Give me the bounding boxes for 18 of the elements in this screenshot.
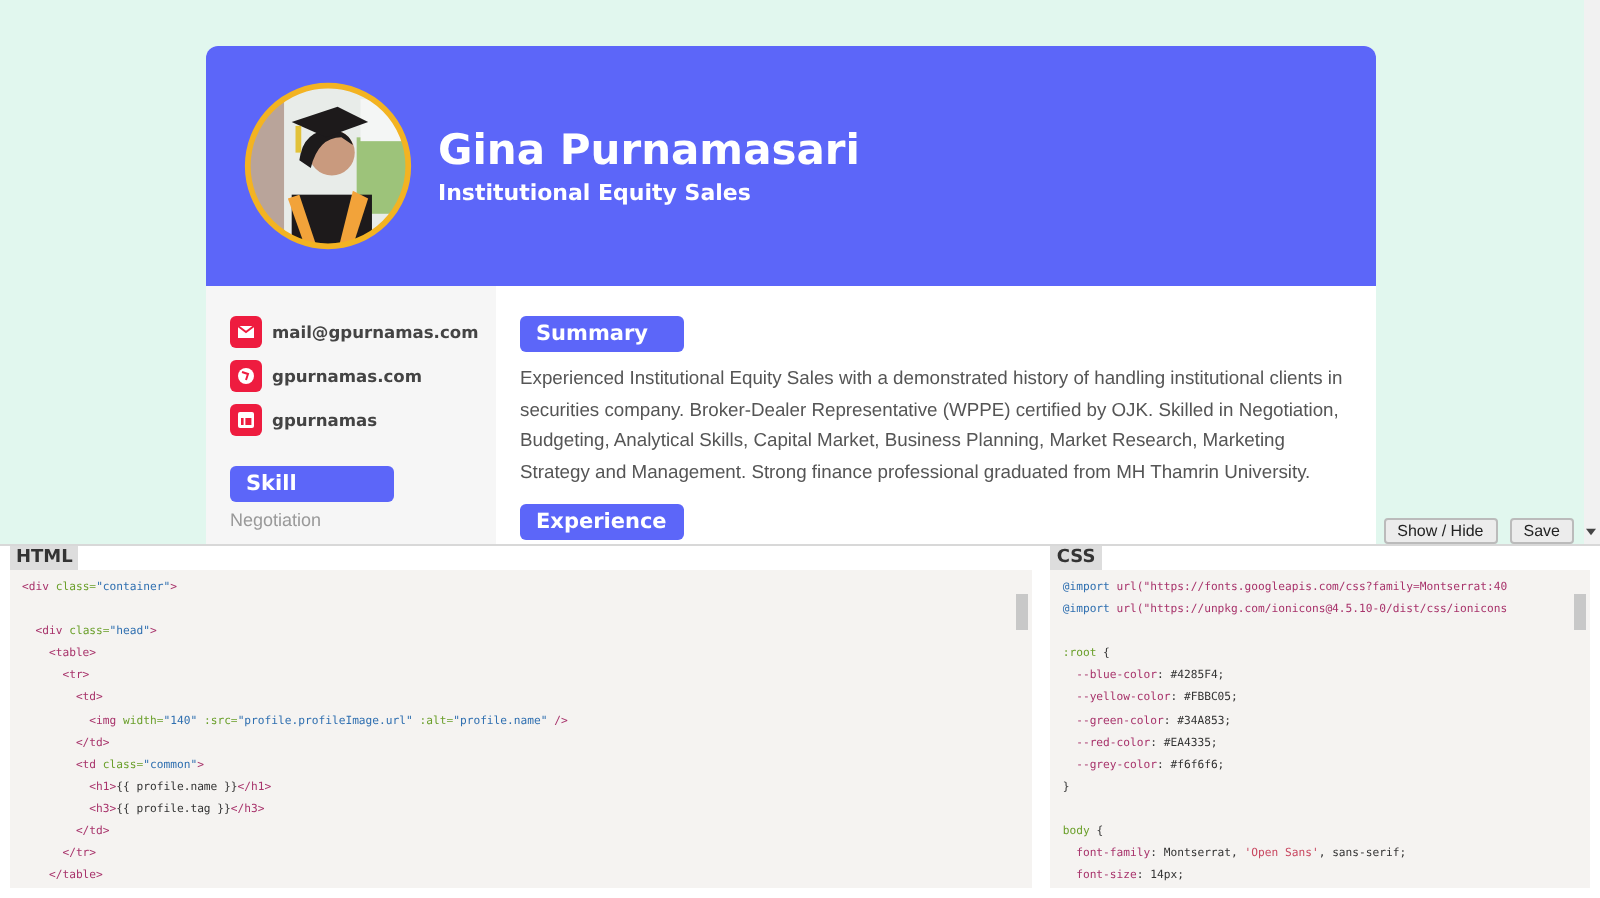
contact-text: gpurnamas.com bbox=[272, 366, 422, 386]
toolbar-button[interactable]: Save bbox=[1509, 518, 1574, 544]
summary-text: Experienced Institutional Equity Sales with a demonstrated history of handling institutional clients in securities company. Broker-Dealer Representative (WPPE) certified by OJK. Skilled in Negotiation, Budgeting, Analytical Skills, Capital Market, Business Planning, Market Research, Marketing Strategy and Management. Strong finance professional graduated from MH Thamrin University. bbox=[520, 364, 1345, 486]
editor-label: HTML bbox=[10, 546, 79, 570]
profile-name: Gina Purnamasari bbox=[438, 126, 860, 174]
toolbar-button[interactable]: Show / Hide bbox=[1383, 518, 1498, 544]
section-heading: Summary bbox=[520, 316, 684, 352]
contact-text: gpurnamas bbox=[272, 410, 378, 430]
mail-icon bbox=[230, 316, 262, 348]
skill-item: Negotiation bbox=[230, 510, 324, 530]
section-heading: Experience bbox=[520, 504, 684, 540]
editor-label: CSS bbox=[1050, 546, 1102, 570]
profile-title: Institutional Equity Sales bbox=[438, 180, 753, 206]
section-heading: Skill bbox=[230, 466, 394, 502]
scrollbar[interactable] bbox=[1584, 0, 1600, 544]
code-editor[interactable] bbox=[1050, 570, 1590, 888]
caret-icon[interactable] bbox=[1586, 527, 1596, 535]
contact-text: mail@gpurnamas.com bbox=[272, 322, 479, 342]
